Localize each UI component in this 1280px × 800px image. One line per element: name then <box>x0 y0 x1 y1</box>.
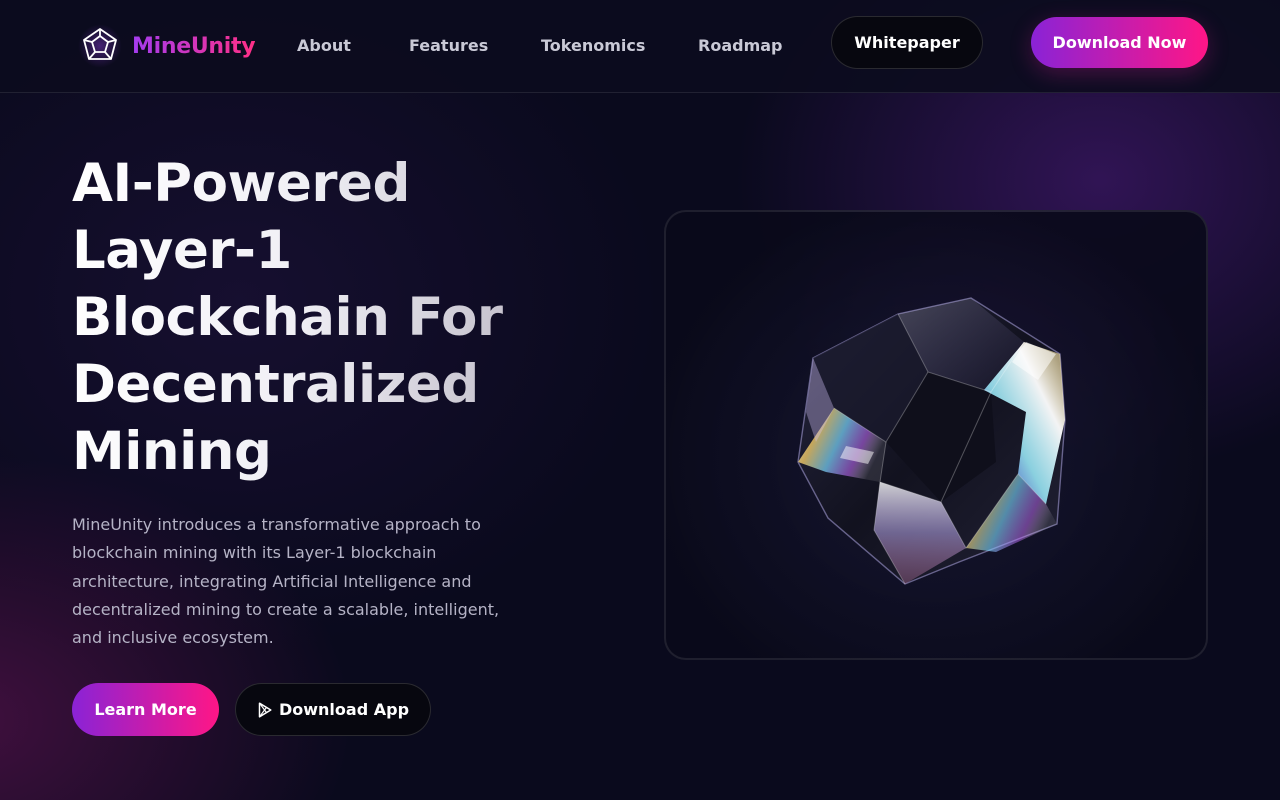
download-app-button[interactable]: Download App <box>235 683 431 736</box>
download-app-button-label: Download App <box>278 700 410 719</box>
nav-link-roadmap[interactable]: Roadmap <box>698 36 782 55</box>
whitepaper-button-label: Whitepaper <box>854 33 960 52</box>
learn-more-button-label: Learn More <box>94 700 197 719</box>
hero-title-line: AI-Powered <box>72 153 410 214</box>
hero-title-line: Decentralized <box>72 354 479 415</box>
nav-link-about[interactable]: About <box>297 36 351 55</box>
learn-more-button[interactable]: Learn More <box>72 683 219 736</box>
brand-logo[interactable]: MineUnity <box>78 24 256 68</box>
download-now-button-label: Download Now <box>1052 33 1187 52</box>
hero-showcase-card <box>664 210 1208 660</box>
hero-title-line: Blockchain For <box>72 287 503 348</box>
hero-description: MineUnity introduces a transformative ap… <box>72 515 500 648</box>
crystal-dodecahedron-image <box>797 297 1066 585</box>
whitepaper-button[interactable]: Whitepaper <box>831 16 983 69</box>
hero-title-line: Mining <box>72 421 272 482</box>
site-header: MineUnity About Features Tokenomics Road… <box>0 0 1280 93</box>
nav-link-features[interactable]: Features <box>409 36 488 55</box>
nav-link-tokenomics[interactable]: Tokenomics <box>541 36 645 55</box>
play-store-icon <box>257 701 273 718</box>
dodecahedron-logo-icon <box>78 24 122 68</box>
brand-name: MineUnity <box>132 33 256 59</box>
download-now-button[interactable]: Download Now <box>1031 17 1208 68</box>
hero-title: AI-Powered Layer-1 Blockchain For Decent… <box>72 150 572 485</box>
hero-title-line: Layer-1 <box>72 220 292 281</box>
